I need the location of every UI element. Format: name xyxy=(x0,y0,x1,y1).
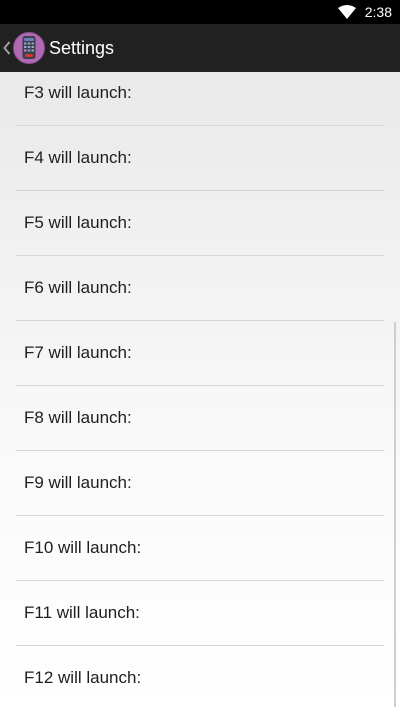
wifi-icon xyxy=(338,5,356,19)
pref-label: F6 will launch: xyxy=(24,278,132,297)
page-title: Settings xyxy=(49,38,115,58)
up-button[interactable] xyxy=(0,24,46,72)
pref-f11-launch[interactable]: F11 will launch: xyxy=(0,581,400,646)
pref-label: F8 will launch: xyxy=(24,408,132,427)
status-time: 2:38 xyxy=(364,4,392,20)
pref-f12-launch[interactable]: F12 will launch: xyxy=(0,646,400,710)
pref-label: F5 will launch: xyxy=(24,213,132,232)
pref-f9-launch[interactable]: F9 will launch: xyxy=(0,451,400,516)
pref-f5-launch[interactable]: F5 will launch: xyxy=(0,191,400,256)
pref-f8-launch[interactable]: F8 will launch: xyxy=(0,386,400,451)
scrollbar[interactable] xyxy=(394,322,396,707)
pref-label: F10 will launch: xyxy=(24,538,142,557)
pref-f6-launch[interactable]: F6 will launch: xyxy=(0,256,400,321)
pref-label: F7 will launch: xyxy=(24,343,132,362)
pref-f3-launch[interactable]: F3 will launch: xyxy=(0,72,400,126)
pref-f7-launch[interactable]: F7 will launch: xyxy=(0,321,400,386)
status-bar: 2:38 xyxy=(0,0,400,24)
pref-f10-launch[interactable]: F10 will launch: xyxy=(0,516,400,581)
action-bar: Settings xyxy=(0,24,400,72)
back-chevron-icon xyxy=(3,41,11,55)
pref-label: F4 will launch: xyxy=(24,148,132,167)
pref-label: F3 will launch: xyxy=(24,83,132,102)
pref-label: F11 will launch: xyxy=(24,603,140,622)
pref-f4-launch[interactable]: F4 will launch: xyxy=(0,126,400,191)
pref-label: F12 will launch: xyxy=(24,668,142,687)
pref-label: F9 will launch: xyxy=(24,473,132,492)
preferences-list[interactable]: F3 will launch: F4 will launch: F5 will … xyxy=(0,72,400,710)
app-remote-icon xyxy=(13,32,45,64)
